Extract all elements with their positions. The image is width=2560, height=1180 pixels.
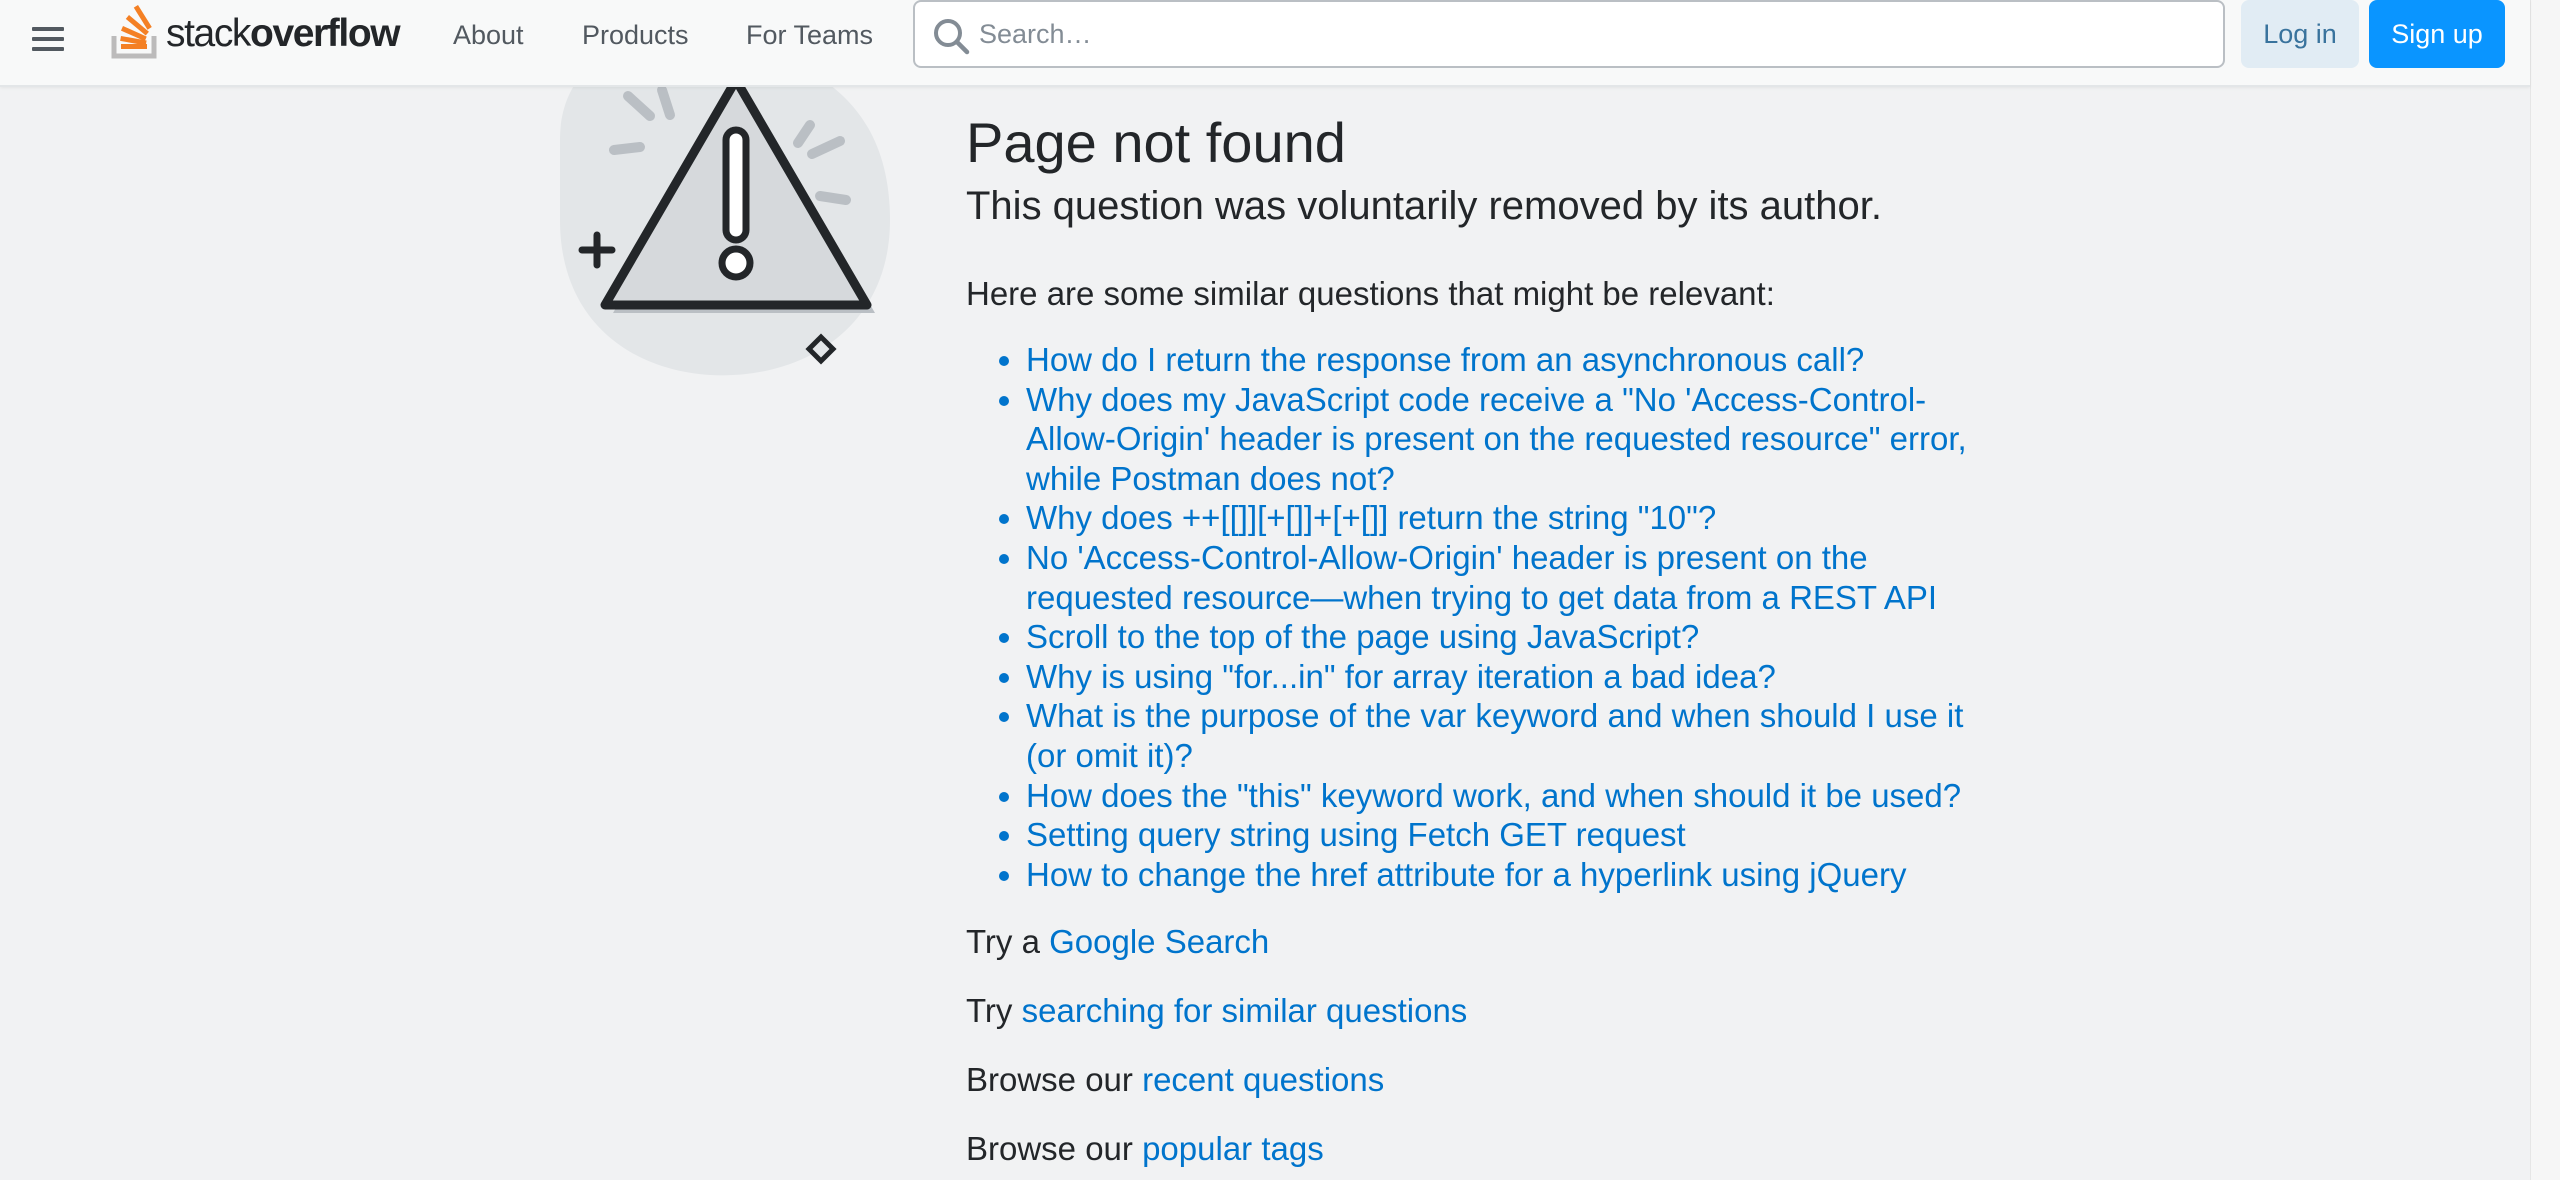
recent-questions-link[interactable]: recent questions [1142, 1061, 1384, 1098]
search-input[interactable] [915, 2, 2223, 66]
try-search-prefix: Try [966, 992, 1013, 1030]
signup-button[interactable]: Sign up [2369, 0, 2505, 68]
question-link[interactable]: What is the purpose of the var keyword a… [1026, 697, 1963, 774]
nav-about[interactable]: About [435, 14, 542, 57]
page-subtitle: This question was voluntarily removed by… [966, 184, 1882, 228]
search-similar-link[interactable]: searching for similar questions [1022, 992, 1468, 1029]
list-item: How to change the href attribute for a h… [1026, 855, 1996, 895]
page-scrollbar[interactable] [2530, 0, 2560, 1180]
stackoverflow-logo-icon [111, 5, 157, 59]
main-content: Page not found This question was volunta… [966, 108, 1996, 1171]
question-link[interactable]: How to change the href attribute for a h… [1026, 856, 1906, 893]
page-title: Page not found [966, 111, 1346, 174]
browse-tags-prefix: Browse our [966, 1130, 1133, 1168]
list-item: No 'Access-Control-Allow-Origin' header … [1026, 538, 1996, 617]
list-item: What is the purpose of the var keyword a… [1026, 696, 1996, 775]
question-link[interactable]: Scroll to the top of the page using Java… [1026, 618, 1699, 655]
top-bar: stackoverflow About Products For Teams L… [0, 0, 2530, 87]
popular-tags-link[interactable]: popular tags [1142, 1130, 1324, 1167]
list-item: Setting query string using Fetch GET req… [1026, 815, 1996, 855]
list-item: How do I return the response from an asy… [1026, 340, 1996, 380]
nav-for-teams[interactable]: For Teams [728, 14, 891, 57]
warning-triangle-icon [560, 40, 890, 376]
list-item: Why does ++[[]][+[]]+[+[]] return the st… [1026, 498, 1996, 538]
list-item: Why is using "for...in" for array iterat… [1026, 657, 1996, 697]
google-search-link[interactable]: Google Search [1049, 923, 1269, 960]
try-search-line: Try searching for similar questions [966, 989, 1996, 1033]
list-item: Why does my JavaScript code receive a "N… [1026, 380, 1996, 499]
logo-text: stackoverflow [166, 12, 401, 55]
search-box [913, 0, 2225, 68]
try-google-prefix: Try a [966, 923, 1040, 961]
hamburger-menu-icon[interactable] [28, 18, 70, 60]
similar-questions-list: How do I return the response from an asy… [966, 340, 1996, 894]
stackoverflow-logo[interactable]: stackoverflow [110, 0, 410, 60]
browse-recent-line: Browse our recent questions [966, 1058, 1996, 1102]
nav-products[interactable]: Products [564, 14, 707, 57]
search-icon [934, 19, 970, 55]
similar-questions-intro: Here are some similar questions that mig… [966, 275, 1775, 312]
question-link[interactable]: Why is using "for...in" for array iterat… [1026, 658, 1776, 695]
question-link[interactable]: Why does ++[[]][+[]]+[+[]] return the st… [1026, 499, 1716, 536]
question-link[interactable]: Setting query string using Fetch GET req… [1026, 816, 1686, 853]
question-link[interactable]: No 'Access-Control-Allow-Origin' header … [1026, 539, 1937, 616]
browse-tags-line: Browse our popular tags [966, 1127, 1996, 1171]
list-item: How does the "this" keyword work, and wh… [1026, 776, 1996, 816]
list-item: Scroll to the top of the page using Java… [1026, 617, 1996, 657]
question-link[interactable]: How does the "this" keyword work, and wh… [1026, 777, 1961, 814]
question-link[interactable]: How do I return the response from an asy… [1026, 341, 1864, 378]
browse-recent-prefix: Browse our [966, 1061, 1133, 1099]
login-button[interactable]: Log in [2241, 0, 2359, 68]
try-google-line: Try a Google Search [966, 920, 1996, 964]
question-link[interactable]: Why does my JavaScript code receive a "N… [1026, 381, 1967, 497]
